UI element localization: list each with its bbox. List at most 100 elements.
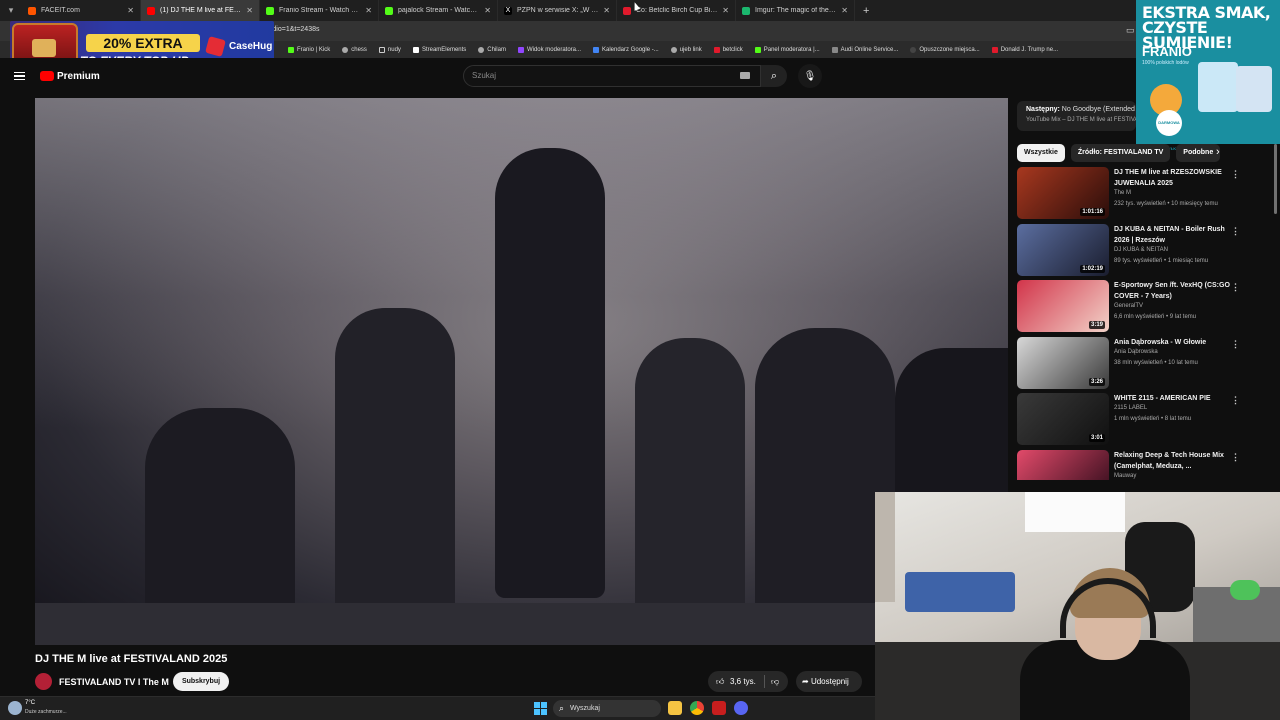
bookmark-item[interactable]: StreamElements	[412, 46, 466, 53]
bookmark-item[interactable]: Widok moderatora...	[517, 46, 581, 53]
tab-imgur[interactable]: Imgur: The magic of the Internet ✕	[736, 0, 855, 21]
tab-youtube[interactable]: (1) DJ THE M live at FESTIVALAND✕	[141, 0, 260, 21]
video-title[interactable]: DJ THE M live at RZESZOWSKIE JUWENALIA 2…	[1114, 167, 1239, 189]
search-input[interactable]: Szukaj	[463, 65, 761, 87]
close-tab-icon[interactable]: ✕	[365, 6, 372, 15]
duration-badge: 3:01	[1088, 434, 1105, 442]
stage-floor	[35, 603, 1008, 645]
weather-desc[interactable]: Duże zachmurze...	[25, 709, 67, 715]
video-player[interactable]	[35, 98, 1008, 645]
video-thumbnail[interactable]: 3:01	[1017, 393, 1109, 445]
video-title[interactable]: E-Sportowy Sen /ft. VexHQ (CS:GO COVER -…	[1114, 280, 1239, 302]
app-icon[interactable]	[712, 701, 726, 715]
tab-kick-franio[interactable]: Franio Stream - Watch Live on Kick ✕	[260, 0, 379, 21]
subscribe-button[interactable]: Subskrybuj	[173, 672, 229, 691]
recommended-video[interactable]: 1:01:16 DJ THE M live at RZESZOWSKIE JUWE…	[1017, 167, 1267, 219]
chevron-right-icon[interactable]: ›	[1216, 146, 1220, 158]
weather-temp[interactable]: 7°C	[25, 700, 35, 706]
chip-all[interactable]: Wszystkie	[1017, 144, 1065, 162]
channel-avatar[interactable]	[35, 673, 52, 690]
youtube-logo-icon[interactable]	[40, 71, 54, 81]
scrollbar[interactable]	[1274, 144, 1277, 214]
bookmark-item[interactable]: Audi Online Service...	[831, 46, 898, 53]
video-thumbnail[interactable]: 3:26	[1017, 336, 1109, 389]
more-options-icon[interactable]: ⋮	[1231, 339, 1240, 350]
like-icon[interactable]: 👍︎	[716, 671, 724, 692]
chip-source[interactable]: Źródło: FESTIVALAND TV	[1070, 144, 1171, 162]
close-tab-icon[interactable]: ✕	[127, 6, 134, 15]
recommended-video[interactable]: 3:19 E-Sportowy Sen /ft. VexHQ (CS:GO COV…	[1017, 280, 1267, 332]
chrome-icon[interactable]	[690, 701, 704, 715]
next-in-mix-card[interactable]: Następny: No Goodbye (Extended YouTube M…	[1017, 101, 1136, 131]
bookmark-item[interactable]: Franio | Kick	[288, 46, 330, 53]
globe-icon	[342, 46, 349, 53]
recommended-video[interactable]: 3:01 WHITE 2115 - AMERICAN PIE 2115 LABEL 1…	[1017, 393, 1267, 445]
more-options-icon[interactable]: ⋮	[1231, 226, 1240, 237]
menu-icon[interactable]	[14, 72, 25, 80]
more-options-icon[interactable]: ⋮	[1231, 395, 1240, 406]
recommended-video[interactable]: 1:02:19 DJ KUBA & NEITAN - Boiler Rush 20…	[1017, 223, 1267, 276]
bookmark-item[interactable]: ujeb link	[670, 46, 702, 53]
video-title[interactable]: Ania Dąbrowska - W Głowie	[1114, 337, 1239, 348]
more-options-icon[interactable]: ⋮	[1231, 169, 1240, 180]
file-explorer-icon[interactable]	[668, 701, 682, 715]
close-tab-icon[interactable]: ✕	[722, 6, 729, 15]
video-thumbnail[interactable]: 1:02:19	[1017, 223, 1109, 276]
bookmark-item[interactable]: Panel moderatora |...	[754, 46, 820, 53]
video-title[interactable]: DJ KUBA & NEITAN - Boiler Rush 2026 | Rz…	[1114, 224, 1239, 246]
tab-search-icon[interactable]: ▾	[0, 0, 22, 21]
channel-name[interactable]: GeneralTV	[1114, 303, 1143, 309]
video-meta: 232 tys. wyświetleń • 10 miesięcy temu	[1114, 201, 1218, 207]
recommended-video[interactable]: 3:26 Ania Dąbrowska - W Głowie Ania Dąbrow…	[1017, 336, 1267, 389]
channel-name[interactable]: 2115 LABEL	[1114, 405, 1147, 411]
share-button[interactable]: ➦ Udostępnij	[796, 671, 862, 692]
video-thumbnail[interactable]: 1:01:16	[1017, 167, 1109, 219]
channel-name[interactable]: FESTIVALAND TV I The M	[59, 677, 169, 687]
bookmark-item[interactable]: Kalendarz Google -...	[593, 46, 659, 53]
window-restore-icon[interactable]: ▭	[1126, 25, 1135, 36]
close-tab-icon[interactable]: ✕	[484, 6, 491, 15]
video-title[interactable]: WHITE 2115 - AMERICAN PIE	[1114, 393, 1239, 404]
chip-similar[interactable]: Podobne	[1176, 144, 1221, 162]
channel-name[interactable]: DJ KUBA & NEITAN	[1114, 247, 1168, 253]
weather-cloud-icon[interactable]	[8, 701, 22, 715]
video-thumbnail[interactable]: 3:19	[1017, 280, 1109, 332]
more-options-icon[interactable]: ⋮	[1231, 282, 1240, 293]
more-options-icon[interactable]: ⋮	[1231, 452, 1240, 463]
channel-name[interactable]: Mauway	[1114, 473, 1136, 479]
start-windows-icon[interactable]	[534, 702, 547, 715]
recommended-video[interactable]: Relaxing Deep & Tech House Mix (Camelpha…	[1017, 449, 1267, 480]
close-tab-icon[interactable]: ✕	[841, 6, 848, 15]
bookmark-item[interactable]: chess	[342, 46, 367, 53]
bookmark-item[interactable]: Donald J. Trump ne...	[991, 46, 1058, 53]
tab-kick-pajalock[interactable]: pajalock Stream - Watch Live on Kick ✕	[379, 0, 498, 21]
dislike-icon[interactable]: 👎︎	[771, 671, 779, 692]
betclic-icon	[713, 46, 720, 53]
betclic-favicon-icon	[623, 6, 631, 15]
video-thumbnail[interactable]	[1017, 449, 1109, 480]
channel-name[interactable]: Ania Dąbrowska	[1114, 349, 1158, 355]
youtube-premium-brand[interactable]: Premium	[57, 71, 100, 82]
channel-name[interactable]: The M	[1114, 190, 1131, 196]
franio-ad-banner[interactable]: EKSTRA SMAK, CZYSTE SUMIENIE! FRANIO 100…	[1136, 0, 1280, 151]
discord-icon[interactable]	[734, 701, 748, 715]
ad-brand: CaseHug	[229, 41, 273, 52]
like-count[interactable]: 3,6 tys.	[730, 671, 756, 692]
keyboard-icon[interactable]	[740, 72, 750, 79]
tab-x-pzpn[interactable]: X PZPN w serwisie X: „W związku ✕	[498, 0, 617, 21]
new-tab-icon[interactable]: +	[863, 5, 869, 17]
bookmark-item[interactable]: Opuszczone miejsca...	[910, 46, 980, 53]
crowd-figure	[755, 328, 895, 645]
close-tab-icon[interactable]: ✕	[246, 6, 253, 15]
bookmark-folder[interactable]: nudy	[378, 46, 401, 53]
video-meta: 6,6 mln wyświetleń • 9 lat temu	[1114, 314, 1197, 320]
video-title[interactable]: Relaxing Deep & Tech House Mix (Camelpha…	[1114, 450, 1239, 472]
search-button[interactable]: ⌕	[761, 65, 787, 87]
tab-label: (1) DJ THE M live at FESTIVALAND	[160, 7, 243, 14]
tab-faceit[interactable]: FACEIT.com ✕	[22, 0, 141, 21]
close-tab-icon[interactable]: ✕	[603, 6, 610, 15]
bookmark-item[interactable]: betclick	[713, 46, 743, 53]
bookmark-item[interactable]: Chilam	[478, 46, 506, 53]
taskbar-search[interactable]: Wyszukaj	[553, 700, 661, 717]
voice-search-button[interactable]: 🎙	[798, 64, 822, 88]
